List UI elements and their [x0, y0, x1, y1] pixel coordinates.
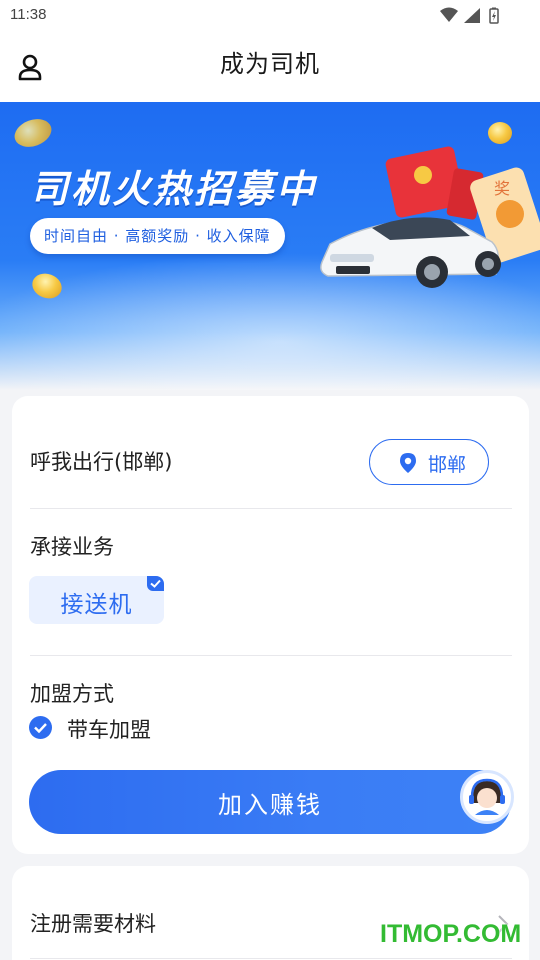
banner-tagline: 时间自由 · 高额奖励 · 收入保障 — [30, 218, 285, 254]
car-illustration: 奖 — [320, 146, 540, 288]
battery-icon — [489, 7, 499, 24]
divider — [30, 958, 512, 959]
company-city-label: 呼我出行(邯郸) — [30, 450, 173, 474]
materials-label: 注册需要材料 — [30, 912, 156, 936]
service-label: 承接业务 — [30, 535, 114, 559]
page-title: 成为司机 — [220, 50, 320, 78]
divider — [30, 655, 512, 656]
join-option-label: 带车加盟 — [67, 718, 151, 742]
service-chip-airport[interactable]: 接送机 — [29, 576, 164, 624]
join-earn-label: 加入赚钱 — [218, 791, 322, 819]
svg-text:奖: 奖 — [494, 179, 510, 198]
city-button-label: 邯郸 — [428, 454, 467, 476]
location-pin-icon — [400, 453, 416, 473]
checkmark-icon — [147, 576, 164, 591]
coin-decoration — [488, 122, 512, 144]
app-header: 成为司机 — [0, 34, 540, 102]
wifi-icon — [440, 7, 458, 22]
recruit-banner[interactable]: 司机火热招募中 时间自由 · 高额奖励 · 收入保障 奖 — [0, 102, 540, 390]
status-icons — [440, 7, 499, 24]
divider — [30, 508, 512, 509]
driver-signup-card: 呼我出行(邯郸) 邯郸 承接业务 接送机 加盟方式 带车加盟 加入赚钱 — [12, 396, 529, 854]
join-mode-label: 加盟方式 — [30, 682, 114, 706]
car-icon — [320, 217, 501, 288]
signal-icon — [464, 8, 480, 23]
checkbox-checked-icon — [29, 716, 52, 739]
banner-title: 司机火热招募中 — [30, 167, 318, 211]
site-watermark: ITMOP.COM — [380, 920, 522, 948]
customer-service-avatar[interactable] — [460, 770, 514, 824]
status-time: 11:38 — [10, 6, 47, 23]
status-bar: 11:38 — [0, 0, 540, 34]
coin-decoration — [10, 114, 56, 152]
service-chip-label: 接送机 — [60, 592, 133, 618]
city-select-button[interactable]: 邯郸 — [369, 439, 489, 485]
support-agent-icon — [465, 775, 509, 819]
join-earn-button[interactable]: 加入赚钱 — [29, 770, 511, 834]
red-envelope-icon — [385, 146, 484, 220]
